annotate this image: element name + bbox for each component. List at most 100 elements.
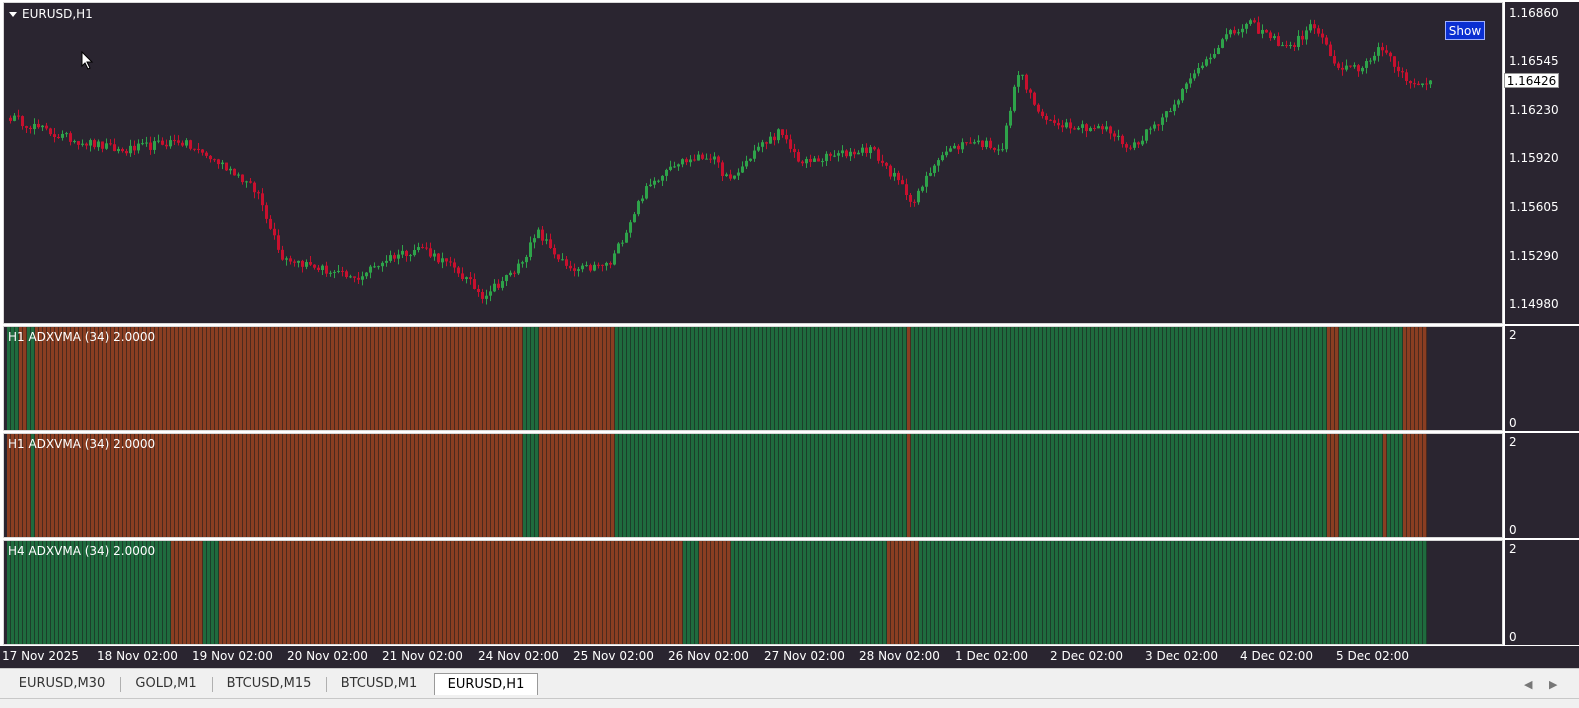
candle-body — [185, 140, 188, 146]
candlestick-chart[interactable] — [4, 3, 1503, 324]
candle-body — [965, 142, 968, 144]
candle-body — [1353, 65, 1356, 67]
candle-body — [213, 159, 216, 161]
candle-body — [849, 151, 852, 157]
candle-body — [701, 154, 704, 159]
candle-body — [53, 134, 56, 137]
candle-body — [973, 142, 976, 144]
candle-body — [1165, 111, 1168, 118]
candle-body — [293, 261, 296, 263]
show-button[interactable]: Show — [1445, 21, 1485, 40]
scroll-right-arrow-icon[interactable]: ▶ — [1549, 678, 1557, 691]
candle-body — [497, 283, 500, 288]
scale-max: 2 — [1509, 542, 1517, 556]
current-price-label: 1.16426 — [1504, 73, 1559, 88]
candle-body — [253, 182, 256, 193]
candle-body — [541, 229, 544, 241]
candle-body — [401, 250, 404, 255]
candle-body — [1057, 122, 1060, 126]
candle-body — [1413, 83, 1416, 85]
price-tick: 1.14980 — [1509, 297, 1559, 311]
candle-body — [285, 258, 288, 260]
candle-body — [1061, 125, 1064, 128]
candle-body — [1205, 59, 1208, 66]
candle-body — [1425, 83, 1428, 85]
tab-btcusd-m1[interactable]: BTCUSD,M1 — [328, 673, 430, 695]
candle-body — [753, 150, 756, 159]
candle-body — [1145, 129, 1148, 141]
candle-body — [1177, 100, 1180, 105]
candle-body — [1373, 55, 1376, 61]
tab-separator — [326, 677, 327, 692]
candle-body — [369, 266, 372, 273]
indicator-pane-3[interactable]: H4 ADXVMA (34) 2.0000 — [3, 540, 1503, 645]
indicator-pane-1[interactable]: H1 ADXVMA (34) 2.0000 — [3, 326, 1503, 431]
candle-body — [341, 270, 344, 272]
indicator-bar-stripes — [10, 327, 1427, 430]
candle-body — [649, 184, 652, 187]
main-chart-pane[interactable]: EURUSD,H1 Show — [3, 2, 1503, 324]
candle-body — [1269, 32, 1272, 39]
candle-body — [133, 145, 136, 151]
scroll-left-arrow-icon[interactable]: ◀ — [1524, 678, 1532, 691]
candle-body — [817, 158, 820, 162]
tab-gold-m1[interactable]: GOLD,M1 — [122, 673, 210, 695]
indicator-segment — [1327, 434, 1339, 537]
candle-body — [389, 255, 392, 261]
candle-body — [945, 151, 948, 156]
candle-body — [197, 148, 200, 150]
tab-separator — [120, 677, 121, 692]
candle-body — [1037, 104, 1040, 112]
indicator-pane-2[interactable]: H1 ADXVMA (34) 2.0000 — [3, 433, 1503, 538]
candle-body — [1393, 56, 1396, 67]
candle-body — [913, 201, 916, 203]
dropdown-triangle-icon[interactable] — [9, 12, 17, 17]
candle-body — [869, 147, 872, 154]
candle-body — [573, 268, 576, 271]
price-tick: 1.16230 — [1509, 103, 1559, 117]
candle-body — [1345, 65, 1348, 70]
indicator-histogram — [7, 434, 1427, 537]
indicator-bar-stripes — [10, 434, 1427, 537]
candle-body — [997, 149, 1000, 151]
candle-body — [309, 262, 312, 265]
candle-body — [9, 117, 12, 121]
tab-btcusd-m15[interactable]: BTCUSD,M15 — [214, 673, 324, 695]
candle-body — [697, 154, 700, 161]
candle-body — [813, 158, 816, 162]
candle-body — [605, 262, 608, 266]
candle-body — [493, 283, 496, 292]
candle-body — [249, 181, 252, 183]
candle-body — [1097, 126, 1100, 129]
candle-body — [1109, 126, 1112, 134]
candle-body — [1229, 30, 1232, 35]
candle-body — [145, 142, 148, 144]
candle-body — [1409, 80, 1412, 84]
candle-body — [1085, 124, 1088, 132]
tab-eurusd-m30[interactable]: EURUSD,M30 — [6, 673, 118, 695]
candle-body — [1157, 124, 1160, 126]
candle-body — [425, 247, 428, 249]
candle-body — [1297, 35, 1300, 47]
candle-body — [593, 264, 596, 271]
time-label: 25 Nov 02:00 — [573, 649, 654, 663]
tab-eurusd-h1[interactable]: EURUSD,H1 — [434, 673, 538, 695]
candle-body — [217, 159, 220, 165]
candle-body — [785, 135, 788, 140]
candle-body — [1213, 54, 1216, 58]
candle-body — [1033, 92, 1036, 105]
candle-body — [1121, 135, 1124, 145]
candle-body — [685, 159, 688, 163]
candle-body — [345, 271, 348, 277]
candle-body — [77, 141, 80, 145]
candle-body — [629, 222, 632, 233]
indicator-histogram — [7, 327, 1427, 430]
candle-body — [809, 158, 812, 162]
candle-body — [625, 232, 628, 243]
candle-body — [993, 147, 996, 150]
candle-body — [569, 265, 572, 269]
time-label: 1 Dec 02:00 — [955, 649, 1029, 663]
candle-body — [273, 228, 276, 236]
candle-body — [433, 253, 436, 257]
candle-body — [933, 165, 936, 173]
